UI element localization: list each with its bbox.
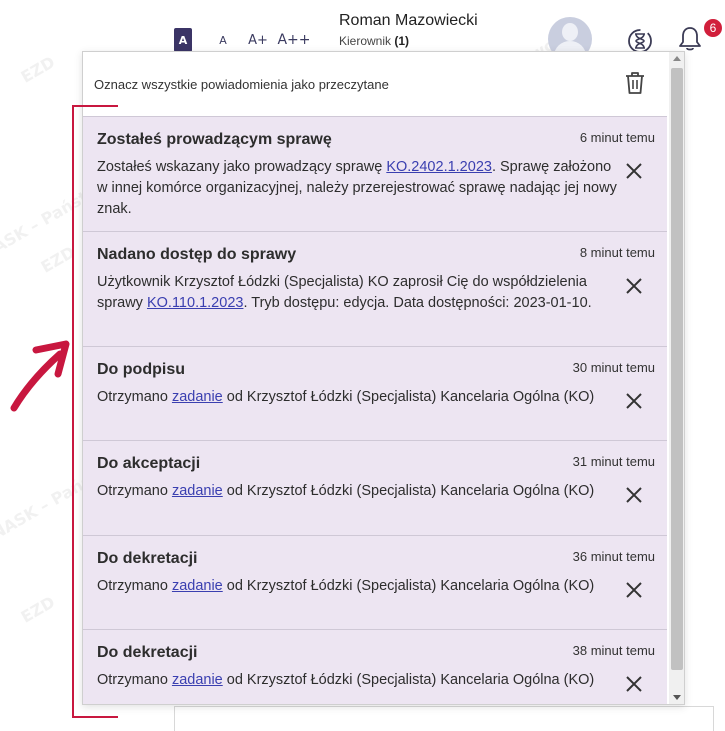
close-icon[interactable]: [625, 392, 643, 410]
close-icon[interactable]: [625, 162, 643, 180]
notification-text: Otrzymano zadanie od Krzysztof Łódzki (S…: [97, 483, 595, 499]
notification-time: 8 minut temu: [579, 245, 655, 260]
notification-item[interactable]: Do dekretacji 38 minut temu Otrzymano za…: [83, 629, 667, 704]
case-link[interactable]: KO.110.1.2023: [147, 295, 243, 311]
notification-time: 6 minut temu: [579, 130, 655, 145]
background-content: [174, 706, 714, 731]
user-role[interactable]: Kierownik (1): [339, 34, 409, 48]
close-icon[interactable]: [625, 675, 643, 693]
notification-text: Otrzymano zadanie od Krzysztof Łódzki (S…: [97, 672, 595, 688]
task-link[interactable]: zadanie: [172, 389, 223, 405]
user-role-count: (1): [394, 34, 410, 48]
trash-icon[interactable]: [623, 70, 647, 96]
notification-text: Otrzymano zadanie od Krzysztof Łódzki (S…: [97, 578, 595, 594]
watermark-text: EZD: [17, 52, 59, 87]
notification-item[interactable]: Do akceptacji 31 minut temu Otrzymano za…: [83, 440, 667, 535]
font-size-xlarge-button[interactable]: A++: [277, 28, 310, 52]
notification-text: Użytkownik Krzysztof Łódzki (Specjalista…: [97, 274, 592, 311]
bell-icon[interactable]: [676, 25, 704, 53]
notification-title: Do dekretacji: [97, 644, 198, 661]
notification-item[interactable]: Do podpisu 30 minut temu Otrzymano zadan…: [83, 346, 667, 440]
scrollbar[interactable]: [669, 52, 684, 704]
top-header: A A A+ A++ Roman Mazowiecki Kierownik (1…: [0, 0, 725, 61]
notification-time: 38 minut temu: [572, 643, 655, 658]
notification-item[interactable]: Do dekretacji 36 minut temu Otrzymano za…: [83, 535, 667, 629]
notification-badge: 6: [703, 18, 723, 38]
font-size-small-button[interactable]: A: [214, 28, 232, 52]
close-icon[interactable]: [625, 581, 643, 599]
notification-text: Zostałeś wskazany jako prowadzący sprawę…: [97, 159, 617, 217]
task-link[interactable]: zadanie: [172, 578, 223, 594]
close-icon[interactable]: [625, 486, 643, 504]
notification-item[interactable]: Nadano dostęp do sprawy 8 minut temu Uży…: [83, 231, 667, 346]
user-name[interactable]: Roman Mazowiecki: [339, 12, 478, 30]
notifications-panel: Oznacz wszystkie powiadomienia jako prze…: [82, 51, 685, 705]
notification-title: Do akceptacji: [97, 455, 201, 472]
notifications-list: Zostałeś prowadzącym sprawę 6 minut temu…: [83, 116, 667, 704]
notifications-panel-header: Oznacz wszystkie powiadomienia jako prze…: [83, 52, 669, 116]
case-link[interactable]: KO.2402.1.2023: [386, 159, 492, 175]
notification-time: 30 minut temu: [572, 360, 655, 375]
scroll-down-icon[interactable]: [673, 695, 681, 700]
notification-title: Zostałeś prowadzącym sprawę: [97, 131, 332, 148]
task-link[interactable]: zadanie: [172, 672, 223, 688]
notification-title: Do dekretacji: [97, 550, 198, 567]
font-size-default-button[interactable]: A: [174, 28, 192, 52]
watermark-text: EZD: [17, 592, 59, 627]
scroll-up-icon[interactable]: [673, 56, 681, 61]
notification-time: 36 minut temu: [572, 549, 655, 564]
notification-time: 31 minut temu: [572, 454, 655, 469]
notification-title: Do podpisu: [97, 361, 185, 378]
scroll-thumb[interactable]: [671, 68, 683, 670]
notification-title: Nadano dostęp do sprawy: [97, 246, 297, 263]
user-role-label: Kierownik: [339, 34, 392, 48]
annotation-arrow-icon: [10, 340, 70, 412]
task-link[interactable]: zadanie: [172, 483, 223, 499]
font-size-large-button[interactable]: A+: [246, 28, 270, 52]
mark-all-read-link[interactable]: Oznacz wszystkie powiadomienia jako prze…: [94, 77, 389, 92]
notification-item[interactable]: Zostałeś prowadzącym sprawę 6 minut temu…: [83, 116, 667, 231]
notification-text: Otrzymano zadanie od Krzysztof Łódzki (S…: [97, 389, 595, 405]
close-icon[interactable]: [625, 277, 643, 295]
